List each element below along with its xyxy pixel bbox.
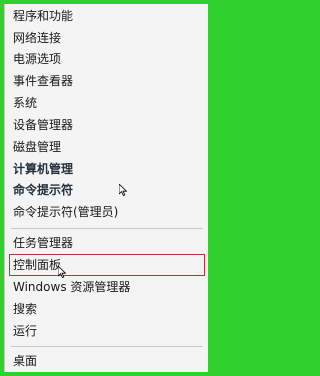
menu-item-control-panel[interactable]: 控制面板 — [9, 254, 205, 276]
menu-item-disk-management[interactable]: 磁盘管理 — [9, 136, 205, 158]
menu-item-power-options[interactable]: 电源选项 — [9, 48, 205, 70]
menu-item-computer-management[interactable]: 计算机管理 — [9, 158, 205, 180]
menu-item-file-explorer[interactable]: Windows 资源管理器 — [9, 276, 205, 298]
menu-item-search[interactable]: 搜索 — [9, 298, 205, 320]
menu-separator — [11, 228, 203, 229]
menu-item-command-prompt-admin[interactable]: 命令提示符(管理员) — [9, 201, 205, 223]
menu-item-device-manager[interactable]: 设备管理器 — [9, 114, 205, 136]
menu-item-desktop[interactable]: 桌面 — [9, 350, 205, 372]
menu-item-network-connections[interactable]: 网络连接 — [9, 27, 205, 49]
mouse-pointer-icon — [58, 266, 66, 278]
menu-item-run[interactable]: 运行 — [9, 320, 205, 342]
menu-item-task-manager[interactable]: 任务管理器 — [9, 232, 205, 254]
menu-item-programs-features[interactable]: 程序和功能 — [9, 5, 205, 27]
menu-item-command-prompt[interactable]: 命令提示符 — [9, 179, 205, 201]
menu-item-system[interactable]: 系统 — [9, 92, 205, 114]
mouse-pointer-icon — [119, 184, 127, 196]
menu-separator — [11, 346, 203, 347]
context-menu: 程序和功能 网络连接 电源选项 事件查看器 系统 设备管理器 磁盘管理 计算机管… — [4, 4, 208, 372]
menu-item-event-viewer[interactable]: 事件查看器 — [9, 70, 205, 92]
